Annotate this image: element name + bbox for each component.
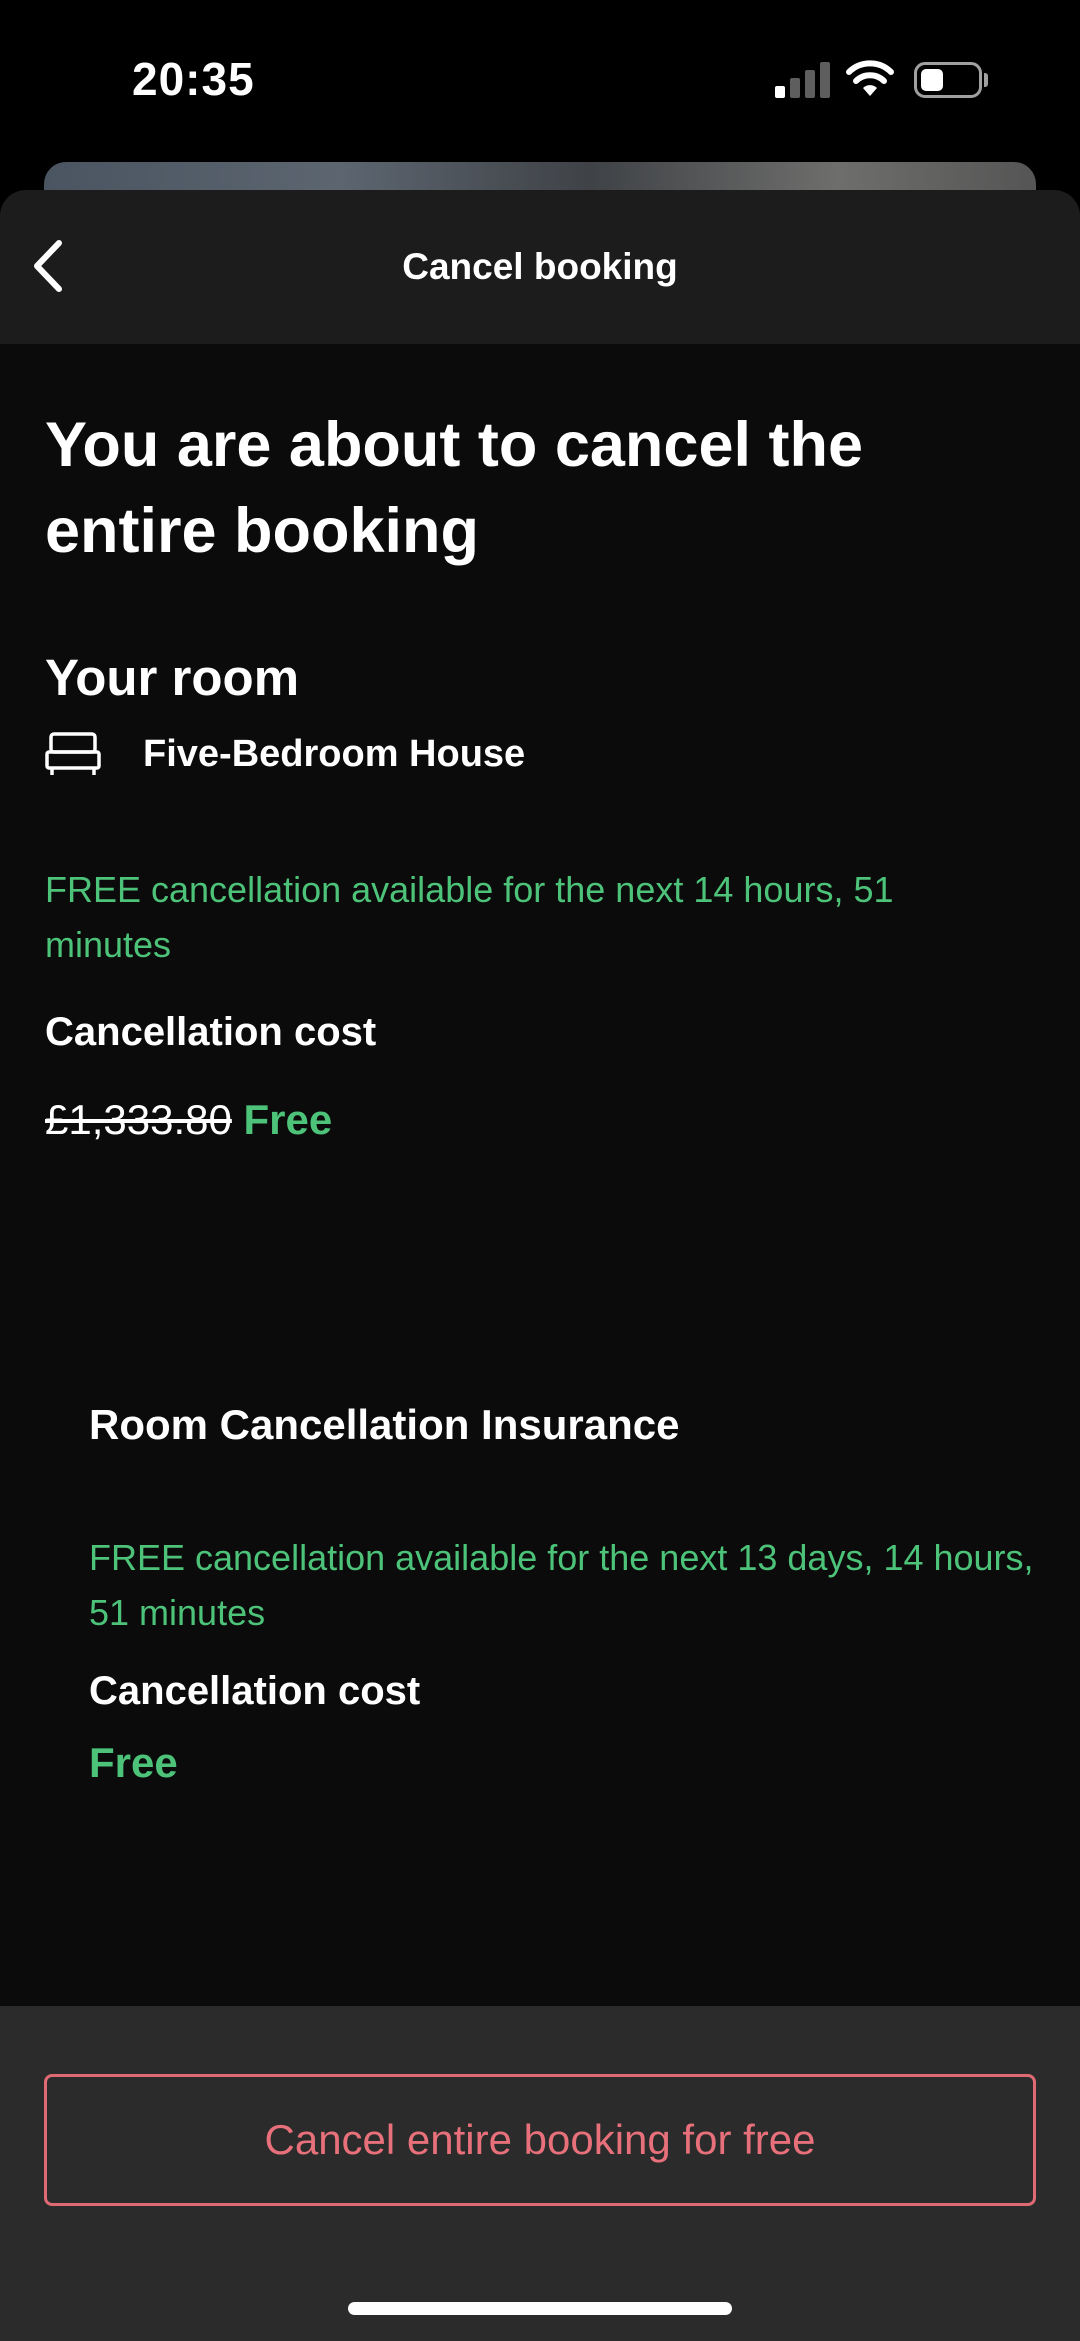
cancel-entire-booking-button[interactable]: Cancel entire booking for free [44,2074,1036,2206]
insurance-heading: Room Cancellation Insurance [89,1401,680,1448]
nav-title: Cancel booking [402,246,678,287]
your-room-heading: Your room [45,649,300,706]
room-row: Five-Bedroom House [45,726,525,782]
wifi-icon [846,60,894,96]
status-time: 20:35 [132,53,255,105]
room-free-cancellation-note: FREE cancellation available for the next… [45,869,894,965]
battery-icon [914,62,988,98]
status-bar: 20:35 [0,0,1080,160]
room-cancellation-price: Free [243,1096,333,1143]
room-name: Five-Bedroom House [143,732,526,775]
home-indicator [348,2302,732,2315]
page-headline: You are about to cancel the entire booki… [45,410,863,566]
room-price-row: £1,333.80 Free [45,1096,332,1144]
original-price: £1,333.80 [45,1096,232,1143]
cellular-signal-icon [775,62,831,98]
screen: 20:35 Cancel booking You are about to ca… [0,0,1080,2341]
room-cancellation-cost-label: Cancellation cost [45,1010,377,1054]
insurance-cancellation-price: Free [89,1739,178,1786]
bed-icon [45,732,101,775]
nav-bar: Cancel booking [0,190,1080,344]
insurance-cancellation-cost-label: Cancellation cost [89,1669,421,1713]
bottom-action-bar: Cancel entire booking for free [0,2006,1080,2341]
insurance-free-cancellation-note: FREE cancellation available for the next… [89,1537,1034,1633]
